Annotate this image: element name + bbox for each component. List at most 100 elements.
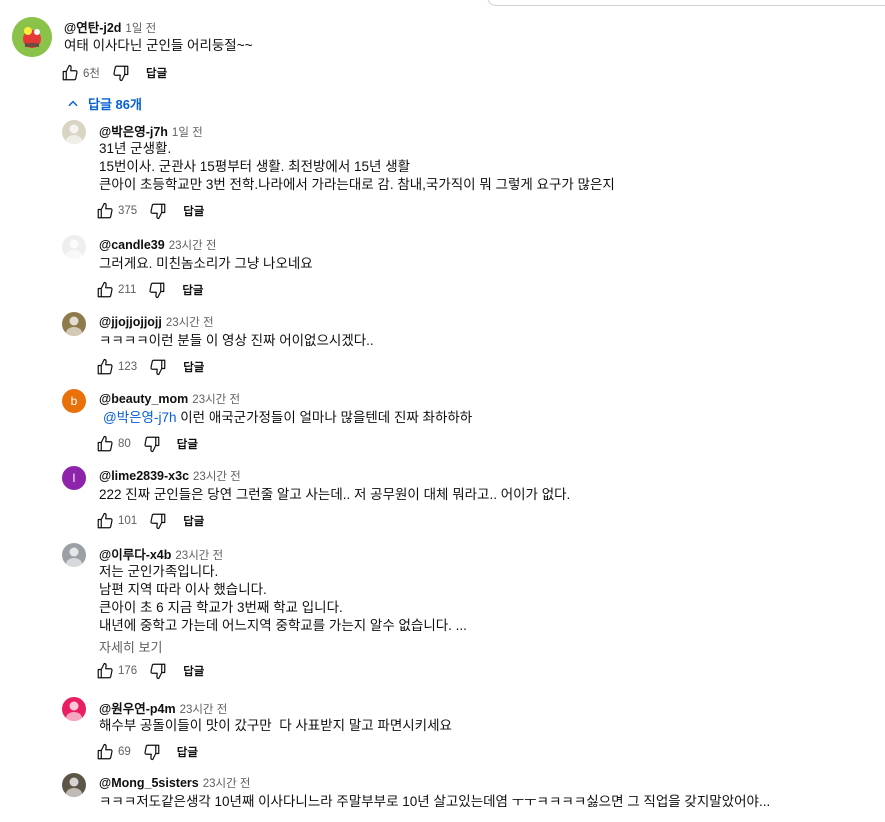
timestamp[interactable]: 23시간 전: [180, 704, 228, 716]
avatar-letter: l: [72, 471, 76, 485]
like-count: 123: [118, 361, 138, 373]
comment-text: ㅋㅋㅋ저도같은생각 10년째 이사다니느라 주말부부로 10년 살고있는데염 ㅜ…: [99, 794, 771, 809]
comment-actions: 176 답글: [96, 661, 204, 681]
like-count: 6천: [83, 68, 100, 80]
comment-header: @beauty_mom 23시간 전: [99, 390, 240, 408]
timestamp[interactable]: 23시간 전: [169, 240, 217, 252]
like-count: 211: [118, 284, 137, 296]
like-count: 176: [118, 665, 138, 677]
replies-count-label: 답글 86개: [88, 97, 142, 112]
avatar[interactable]: [12, 17, 52, 57]
avatar-letter: b: [70, 394, 78, 408]
avatar[interactable]: [62, 543, 86, 567]
author-name[interactable]: @이루다-x4b: [99, 548, 171, 562]
reply-button[interactable]: 답글: [183, 663, 204, 679]
comment-text: 해수부 공돌이들이 맛이 갔구만 다 사표받지 말고 파면시키세요: [99, 718, 452, 733]
comment-text: 15번이사. 군관사 15평부터 생활. 최전방에서 15년 생활: [99, 159, 411, 174]
author-name[interactable]: @원우연-p4m: [99, 702, 176, 716]
reply-button[interactable]: 답글: [182, 282, 203, 298]
reply-button[interactable]: 답글: [177, 744, 198, 760]
like-icon[interactable]: [96, 435, 114, 453]
comment-text: @박은영-j7h 이런 애국군가정들이 얼마나 많을텐데 진짜 촤하하하: [103, 410, 473, 425]
author-name[interactable]: @candle39: [99, 238, 165, 252]
read-more-button[interactable]: 자세히 보기: [99, 637, 162, 656]
comment-header: @박은영-j7h 1일 전: [99, 121, 203, 141]
author-name[interactable]: @lime2839-x3c: [99, 469, 189, 483]
avatar[interactable]: [62, 773, 86, 797]
comment-actions: 6천 답글: [61, 63, 167, 83]
avatar-image: [66, 316, 82, 336]
comment-actions: 101 답글: [96, 511, 204, 531]
avatar-image: [12, 17, 52, 57]
avatar[interactable]: [62, 120, 86, 144]
comment-text: 내년에 중학고 가는데 어느지역 중학교를 가는지 알수 없습니다. ...: [99, 618, 467, 633]
timestamp[interactable]: 23시간 전: [193, 471, 241, 483]
comment-header: @lime2839-x3c 23시간 전: [99, 467, 241, 485]
avatar[interactable]: [62, 697, 86, 721]
avatar-image: [66, 777, 82, 797]
comment-text: 여태 이사다닌 군인들 어리둥절~~: [64, 38, 253, 53]
comment-text: 큰아이 초 6 지금 학교가 3번째 학교 입니다.: [99, 600, 343, 615]
search-box-edge: [487, 0, 885, 6]
avatar[interactable]: [62, 235, 86, 259]
dislike-icon[interactable]: [143, 435, 161, 453]
dislike-icon[interactable]: [149, 358, 167, 376]
timestamp[interactable]: 23시간 전: [192, 394, 240, 406]
author-name[interactable]: @박은영-j7h: [99, 125, 168, 139]
timestamp[interactable]: 23시간 전: [203, 778, 251, 790]
comment-header: @Mong_5sisters 23시간 전: [99, 774, 250, 792]
reply-button[interactable]: 답글: [183, 203, 204, 219]
like-count: 375: [118, 205, 138, 217]
like-count: 80: [118, 438, 131, 450]
author-name[interactable]: @연탄-j2d: [64, 21, 121, 35]
comment-text: 31년 군생활.: [99, 141, 172, 156]
reply-button[interactable]: 답글: [183, 359, 204, 375]
like-icon[interactable]: [96, 662, 114, 680]
like-icon[interactable]: [96, 281, 114, 299]
avatar-image: [66, 124, 82, 144]
reply-button[interactable]: 답글: [183, 513, 204, 529]
timestamp[interactable]: 1일 전: [172, 127, 203, 139]
dislike-icon[interactable]: [112, 64, 130, 82]
mention-link[interactable]: @박은영-j7h: [103, 410, 176, 425]
avatar[interactable]: b: [62, 389, 86, 413]
comment-actions: 211 답글: [96, 280, 204, 300]
dislike-icon[interactable]: [149, 512, 167, 530]
author-name[interactable]: @Mong_5sisters: [99, 776, 199, 790]
like-icon[interactable]: [96, 202, 114, 220]
comment-text: 저는 군인가족입니다.: [99, 564, 219, 579]
comment-text: 그러게요. 미친놈소리가 그냥 나오네요: [99, 256, 313, 271]
author-name[interactable]: @jjojjojjojj: [99, 315, 162, 329]
like-count: 101: [118, 515, 138, 527]
avatar[interactable]: [62, 312, 86, 336]
comment-header: @jjojjojjojj 23시간 전: [99, 313, 214, 331]
comment-header: @candle39 23시간 전: [99, 236, 216, 254]
avatar-image: [66, 547, 82, 567]
comment-actions: 69 답글: [96, 742, 198, 762]
comment-text: 남편 지역 따라 이사 했습니다.: [99, 582, 267, 597]
reply-button[interactable]: 답글: [177, 436, 198, 452]
author-name[interactable]: @beauty_mom: [99, 392, 188, 406]
avatar[interactable]: l: [62, 466, 86, 490]
dislike-icon[interactable]: [149, 662, 167, 680]
chevron-up-icon: [68, 100, 78, 106]
timestamp[interactable]: 1일 전: [125, 23, 156, 35]
comment-text: ㅋㅋㅋㅋ이런 분들 이 영상 진짜 어이없으시겠다..: [99, 333, 374, 348]
reply-button[interactable]: 답글: [146, 65, 167, 81]
like-icon[interactable]: [96, 512, 114, 530]
like-icon[interactable]: [96, 743, 114, 761]
comment-text: 222 진짜 군인들은 당연 그런줄 알고 사는데.. 저 공무원이 대체 뭐라…: [99, 487, 571, 502]
timestamp[interactable]: 23시간 전: [166, 317, 214, 329]
dislike-icon[interactable]: [148, 281, 166, 299]
dislike-icon[interactable]: [143, 743, 161, 761]
dislike-icon[interactable]: [149, 202, 167, 220]
timestamp[interactable]: 23시간 전: [175, 550, 223, 562]
comment-actions: 123 답글: [96, 357, 204, 377]
like-count: 69: [118, 746, 131, 758]
like-icon[interactable]: [96, 358, 114, 376]
like-icon[interactable]: [61, 64, 79, 82]
comment-header: @이루다-x4b 23시간 전: [99, 544, 223, 564]
replies-toggle-button[interactable]: 답글 86개: [66, 94, 142, 113]
comment-actions: 375 답글: [96, 201, 204, 221]
avatar-image: [66, 239, 82, 259]
